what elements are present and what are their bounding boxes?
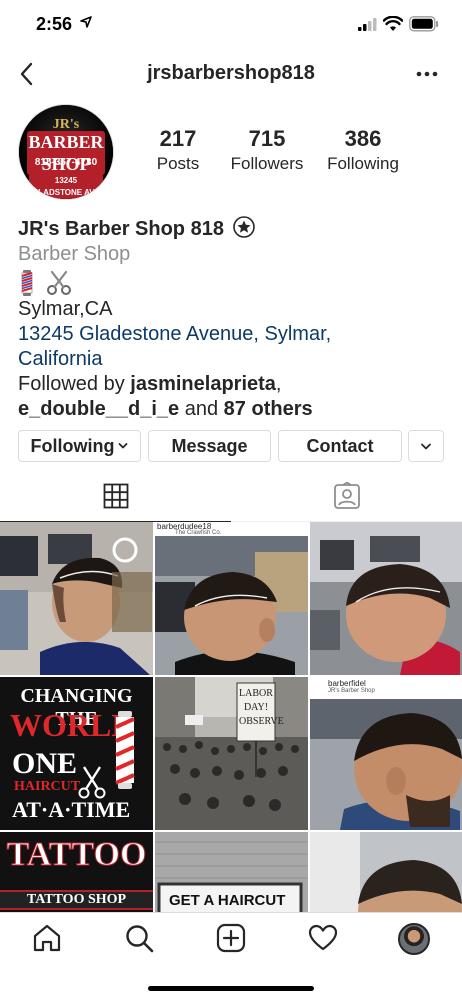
stat-posts-label: Posts	[156, 154, 200, 173]
new-post-icon[interactable]	[216, 923, 246, 953]
post-graphic-tattoo-sub: TATTOO SHOP	[0, 890, 153, 910]
post-overlay-location: JR's Barber Shop	[328, 688, 375, 694]
profile-avatar-tab[interactable]	[398, 923, 430, 955]
stat-followers-value: 715	[248, 126, 286, 151]
profile-name-row: JR's Barber Shop 818	[18, 216, 448, 242]
profile-display-name: JR's Barber Shop 818	[18, 218, 224, 240]
profile-location: Sylmar,CA	[18, 298, 113, 320]
search-icon[interactable]	[124, 923, 154, 953]
tagged-person-icon	[333, 482, 360, 509]
status-time: 2:56	[36, 14, 73, 34]
barber-pole-icon	[21, 270, 33, 296]
post-thumbnail[interactable]: GET A HAIRCUT	[155, 832, 308, 912]
followed-by-prefix: Followed by	[18, 373, 131, 395]
profile-category: Barber Shop	[18, 243, 131, 265]
followed-by-and: and	[179, 398, 224, 420]
tab-tagged[interactable]	[231, 470, 462, 522]
barber-pole-icon	[115, 711, 135, 789]
stat-following-value: 386	[344, 126, 382, 151]
post-thumbnail[interactable]: LABOR DAY! OBSERVE	[155, 677, 308, 830]
followed-by-user-1[interactable]: jasminelaprieta	[130, 373, 276, 395]
followed-by-others[interactable]: 87 others	[224, 398, 313, 420]
profile-tabs	[0, 470, 462, 522]
profile-header: jrsbarbershop818	[0, 50, 462, 100]
status-bar: 2:56	[0, 0, 462, 50]
post-thumbnail[interactable]	[310, 832, 462, 912]
following-button-label: Following	[30, 435, 115, 456]
profile-actions: Following Message Contact	[18, 430, 444, 462]
home-icon[interactable]	[32, 923, 62, 953]
profile-username: jrsbarbershop818	[147, 62, 315, 84]
cellular-signal-icon	[358, 18, 377, 31]
posts-grid: barberdudee18 The Crawfish Co. CHANGING …	[0, 522, 462, 912]
chevron-down-icon	[119, 443, 128, 449]
avatar-logo: JR's BARBER SHOP 818-367-4730 13245 GLAD…	[19, 105, 113, 199]
activity-heart-icon[interactable]	[308, 923, 338, 953]
avatar-logo-phone-text: 818-367-4730	[34, 157, 98, 168]
grid-icon	[103, 483, 128, 508]
profile-address-line1[interactable]: 13245 Gladestone Avenue, Sylmar,	[18, 322, 448, 347]
stat-posts-value: 217	[159, 126, 197, 151]
post-overlay-location: The Crawfish Co.	[175, 530, 222, 536]
post-thumbnail[interactable]	[0, 522, 153, 675]
post-graphic-text-4: HAIRCUT	[14, 779, 81, 794]
profile-avatar[interactable]: JR's BARBER SHOP 818-367-4730 13245 GLAD…	[18, 104, 114, 200]
location-arrow-icon	[80, 16, 92, 28]
chevron-down-icon	[421, 443, 431, 449]
post-thumbnail[interactable]: TATTOO TATTOO SHOP	[0, 832, 153, 912]
followed-by-user-2[interactable]: e_double__d_i_e	[18, 398, 179, 420]
post-graphic-tattoo-title: TATTOO	[6, 836, 147, 874]
message-button[interactable]: Message	[148, 430, 271, 462]
suggested-accounts-button[interactable]	[408, 430, 444, 462]
stat-following-label: Following	[327, 154, 399, 173]
stat-followers-label: Followers	[230, 154, 304, 173]
post-sign-text: LABOR DAY! OBSERVE	[239, 688, 284, 727]
post-graphic-text-3: ONE	[12, 747, 78, 780]
followed-by[interactable]: Followed by jasminelaprieta,	[18, 372, 448, 397]
avatar-logo-shop-text: BARBER SHOP	[27, 131, 105, 175]
post-thumbnail[interactable]: barberfidel JR's Barber Shop	[310, 677, 462, 830]
avatar-logo-address-text: 13245 GLADSTONE AVE	[29, 175, 103, 199]
stat-followers[interactable]: 715 Followers	[226, 126, 308, 176]
profile-address-line2[interactable]: California	[18, 347, 448, 372]
wifi-icon	[383, 16, 403, 31]
post-photo-fade-haircut	[310, 677, 462, 830]
followed-by-separator: ,	[275, 373, 282, 395]
post-thumbnail[interactable]: barberdudee18 The Crawfish Co.	[155, 522, 308, 675]
post-overlay-username: barberfidel	[328, 679, 366, 688]
contact-button[interactable]: Contact	[278, 430, 402, 462]
stat-following[interactable]: 386 Following	[320, 126, 406, 176]
post-photo-haircut-side	[0, 522, 153, 675]
battery-icon	[409, 16, 439, 32]
post-photo-haircut-shop	[310, 522, 462, 675]
home-indicator	[148, 986, 314, 991]
profile-emojis	[18, 267, 448, 297]
more-options-icon[interactable]	[412, 64, 442, 84]
profile-stats: 217 Posts 715 Followers 386 Following	[140, 126, 410, 182]
post-thumbnail[interactable]: CHANGING THE WORLD ONE HAIRCUT AT·A·TIME	[0, 677, 153, 830]
following-button[interactable]: Following	[18, 430, 141, 462]
scissors-icon	[78, 766, 106, 799]
post-graphic-text-5: AT·A·TIME	[12, 797, 131, 822]
profile-bio: JR's Barber Shop 818 Barber Shop Sylmar,…	[18, 216, 448, 422]
post-photo-haircut-back	[155, 522, 308, 675]
post-thumbnail[interactable]	[310, 522, 462, 675]
verified-badge-icon	[232, 216, 255, 238]
tab-grid[interactable]	[0, 470, 231, 522]
post-photo-haircut-top	[310, 832, 462, 912]
followed-by-line2[interactable]: e_double__d_i_e and 87 others	[18, 397, 448, 422]
post-photo-labor-day-parade	[155, 677, 308, 830]
stat-posts[interactable]: 217 Posts	[140, 126, 216, 176]
scissors-icon	[46, 270, 71, 295]
post-sign-text: GET A HAIRCUT	[169, 892, 286, 909]
